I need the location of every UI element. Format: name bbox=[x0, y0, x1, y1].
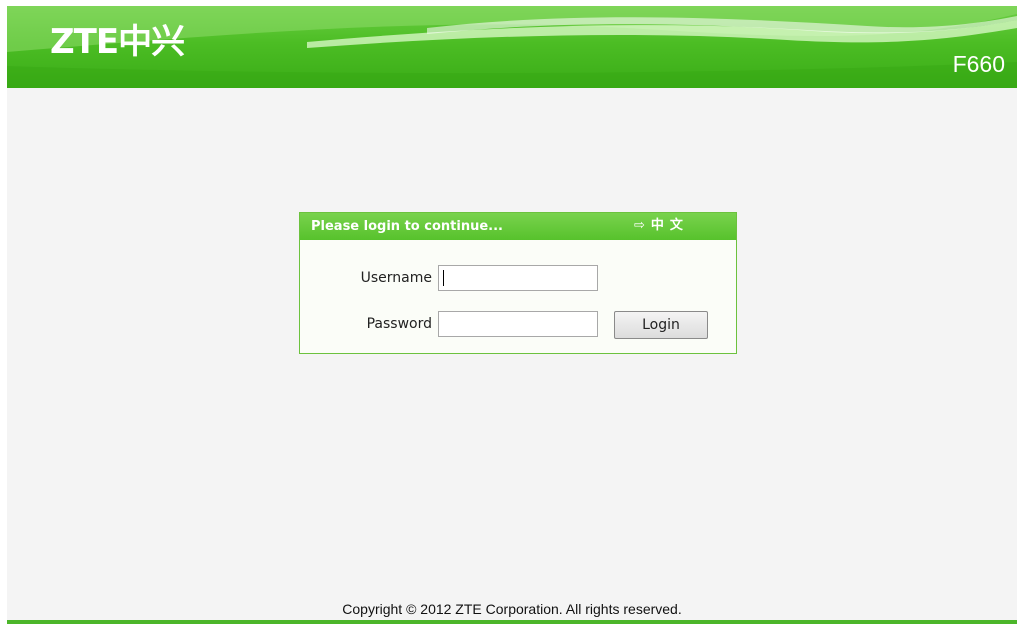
login-page: ZTE中兴 F660 Please login to continue... ⇨… bbox=[7, 6, 1017, 624]
login-button[interactable]: Login bbox=[614, 311, 708, 339]
device-model: F660 bbox=[952, 51, 1005, 77]
password-input[interactable] bbox=[438, 311, 598, 337]
password-label: Password bbox=[366, 316, 432, 332]
header-banner: ZTE中兴 F660 bbox=[7, 6, 1017, 88]
copyright-text: Copyright © 2012 ZTE Corporation. All ri… bbox=[342, 601, 682, 617]
login-panel-header: Please login to continue... ⇨ 中文 bbox=[300, 213, 736, 240]
text-cursor bbox=[443, 270, 444, 286]
username-input[interactable] bbox=[438, 265, 598, 291]
footer-bar bbox=[7, 620, 1017, 624]
username-label: Username bbox=[360, 270, 432, 286]
zte-logo: ZTE中兴 bbox=[50, 22, 185, 62]
language-switch-label: 中文 bbox=[650, 218, 689, 233]
login-panel: Please login to continue... ⇨ 中文 Username… bbox=[299, 212, 737, 354]
language-switch-link[interactable]: ⇨ 中文 bbox=[634, 217, 689, 234]
login-title: Please login to continue... bbox=[311, 219, 503, 234]
arrow-right-icon: ⇨ bbox=[634, 218, 645, 233]
